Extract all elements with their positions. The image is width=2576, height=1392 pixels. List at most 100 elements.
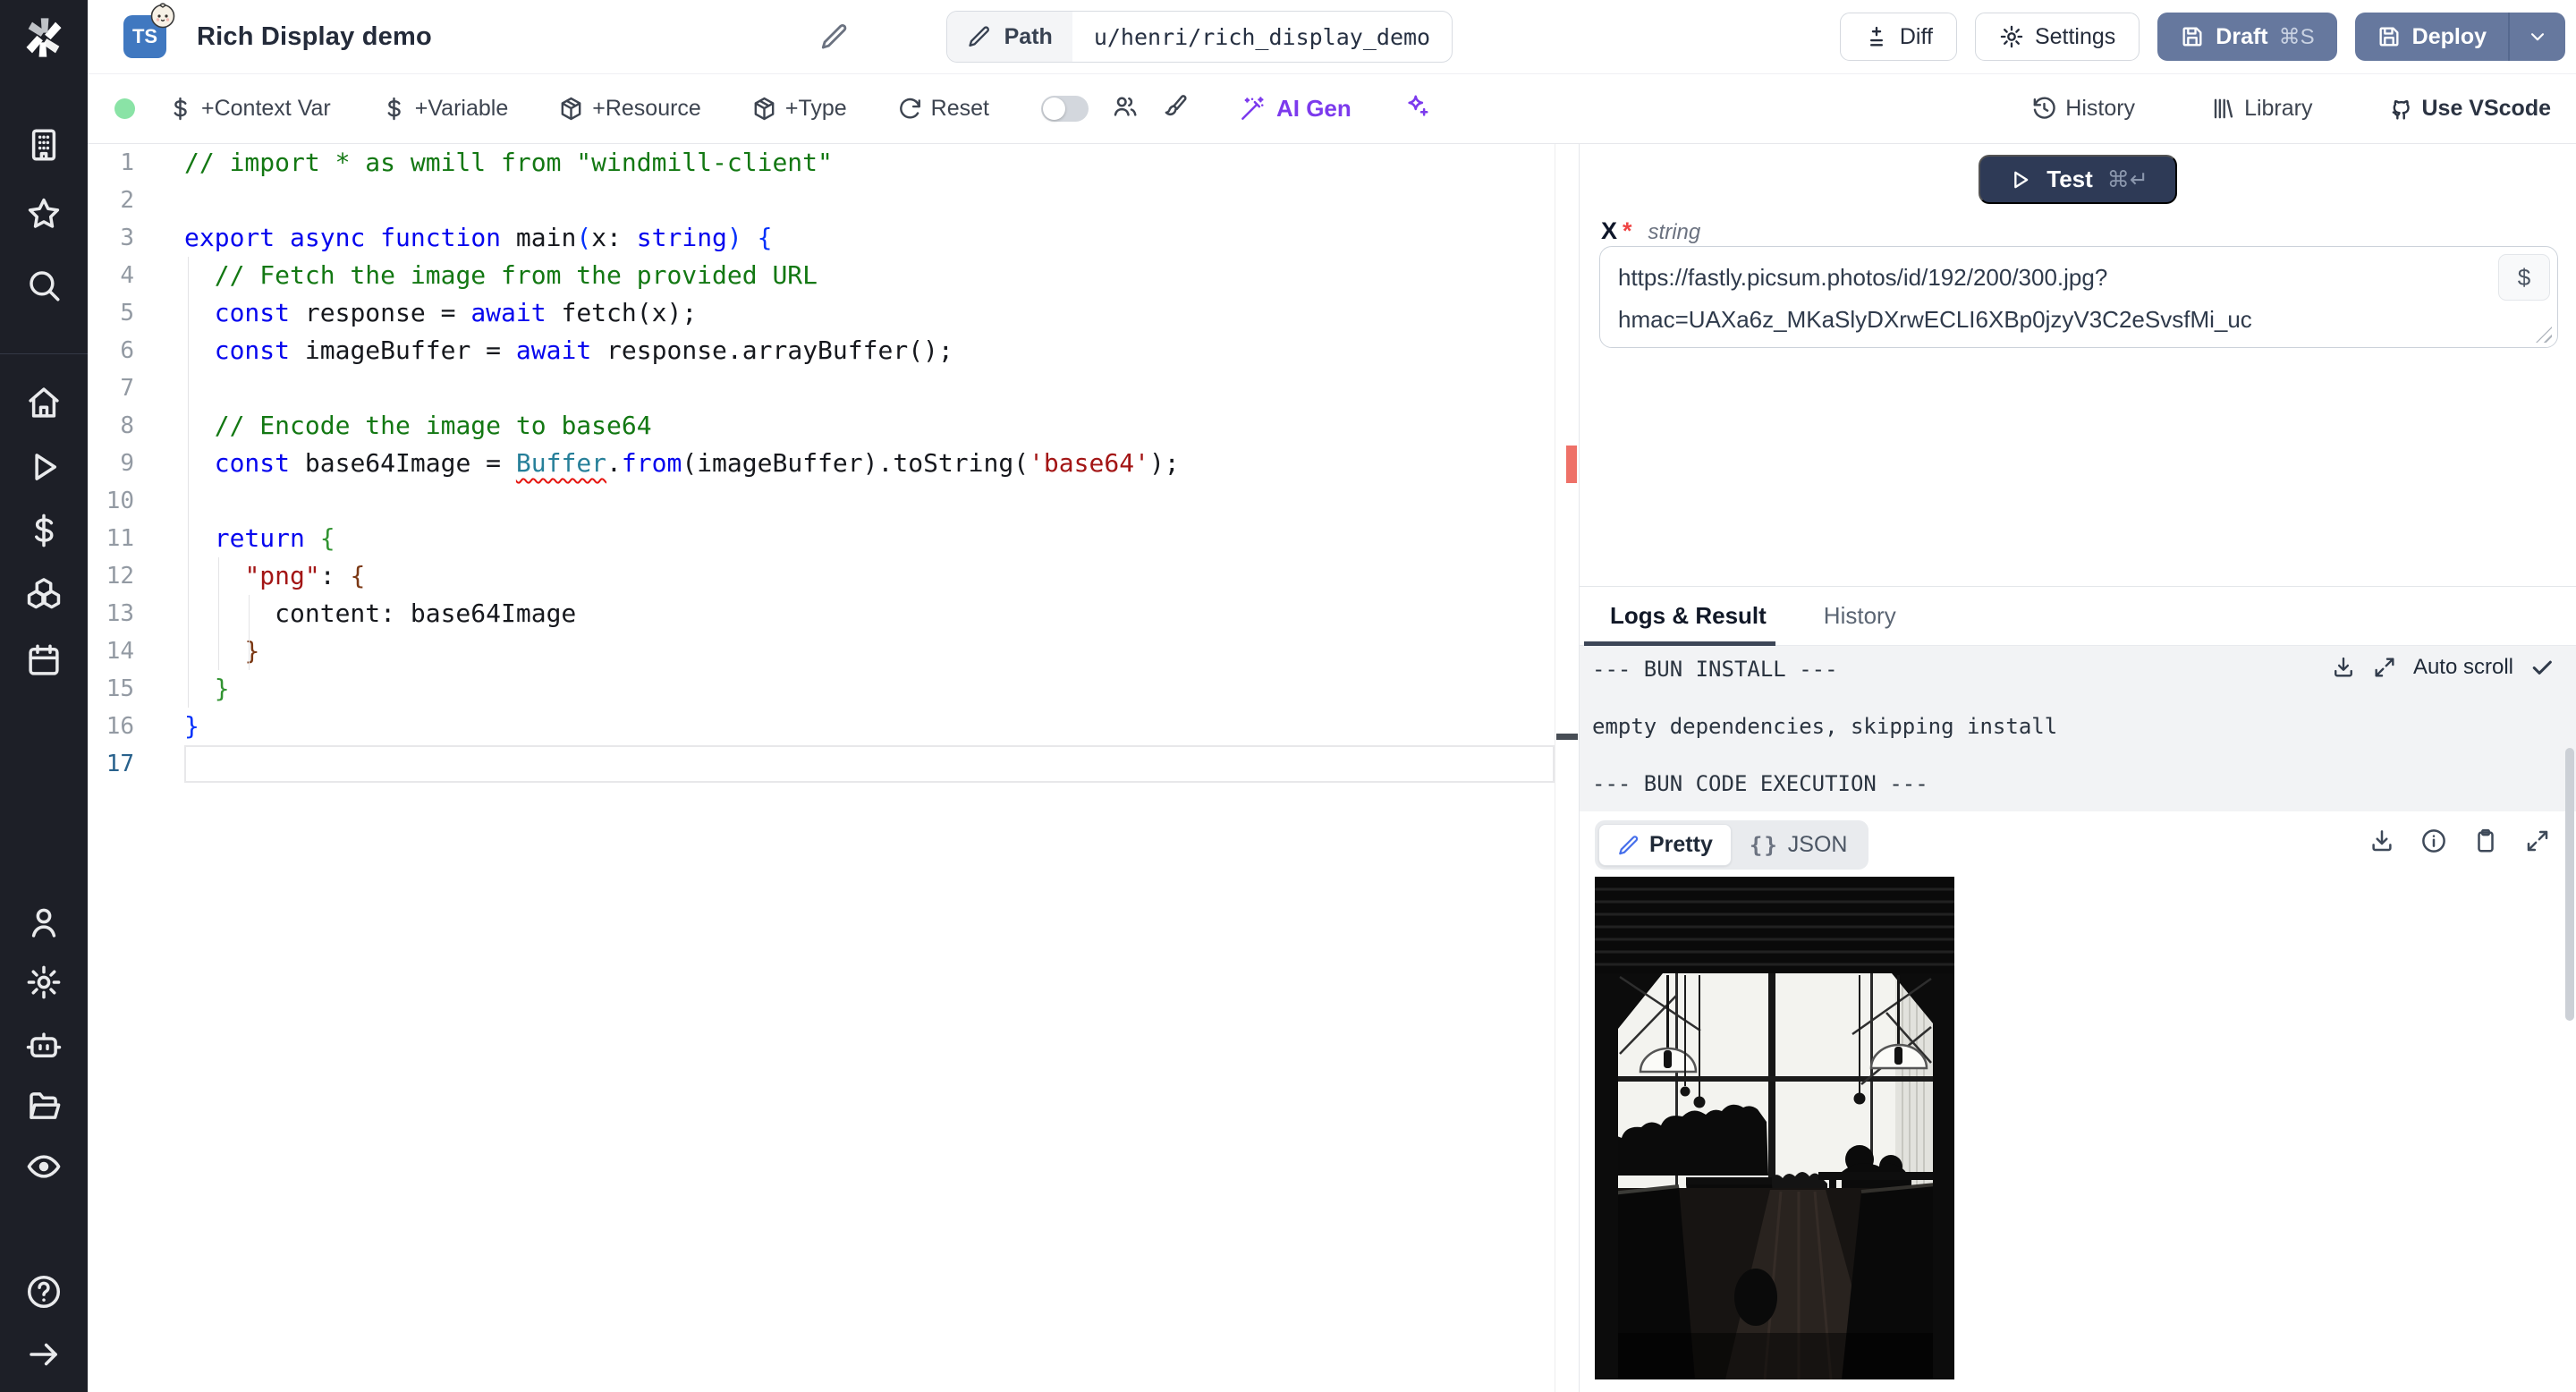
download-result-icon[interactable] xyxy=(2368,828,2395,854)
code-line[interactable]: 5 const response = await fetch(x); xyxy=(88,294,1555,332)
code-line[interactable]: 16} xyxy=(88,708,1555,745)
code-line[interactable]: 12 "png": { xyxy=(88,557,1555,595)
package-icon xyxy=(754,97,775,121)
test-button[interactable]: Test ⌘↵ xyxy=(1979,155,2177,204)
home-icon[interactable] xyxy=(25,384,63,421)
use-vscode-label: Use VScode xyxy=(2421,96,2551,121)
schedules-icon[interactable] xyxy=(25,641,63,679)
test-shortcut: ⌘↵ xyxy=(2106,166,2148,192)
variables-icon[interactable] xyxy=(25,512,63,549)
indent-guide xyxy=(249,595,250,670)
argument-input[interactable]: https://fastly.picsum.photos/id/192/200/… xyxy=(1599,246,2558,348)
code-line[interactable]: 4 // Fetch the image from the provided U… xyxy=(88,257,1555,294)
code-editor[interactable]: 1 // import * as wmill from "windmill-cli… xyxy=(88,144,1579,1392)
path-pencil-icon xyxy=(968,26,989,47)
add-variable-button[interactable]: +Variable xyxy=(381,96,508,122)
code-line[interactable]: 11 return { xyxy=(88,520,1555,557)
tab-history[interactable]: History xyxy=(1824,602,1896,630)
draft-shortcut: ⌘S xyxy=(2278,24,2315,49)
line-number: 11 xyxy=(106,525,134,552)
reset-button[interactable]: Reset xyxy=(897,96,989,122)
result-image xyxy=(1595,877,1954,1379)
error-overview-marker xyxy=(1566,446,1577,483)
chevron-down-icon xyxy=(2530,33,2545,41)
audit-icon[interactable] xyxy=(25,1148,63,1185)
format-brush-icon[interactable] xyxy=(1162,93,1189,124)
deploy-dropdown-button[interactable] xyxy=(2510,13,2565,61)
code-line[interactable]: 14 } xyxy=(88,632,1555,670)
use-vscode-button[interactable]: Use VScode xyxy=(2387,96,2551,122)
resources-icon[interactable] xyxy=(25,576,63,614)
check-icon[interactable] xyxy=(2529,655,2555,680)
add-type-button[interactable]: +Type xyxy=(751,96,847,122)
code-line[interactable]: 6 const imageBuffer = await response.arr… xyxy=(88,332,1555,369)
panel-scrollbar[interactable] xyxy=(2565,748,2574,1021)
help-icon[interactable] xyxy=(25,1273,63,1311)
code-line[interactable]: 13 content: base64Image xyxy=(88,595,1555,632)
workspace-icon[interactable] xyxy=(25,126,63,164)
indent-guide xyxy=(188,257,189,708)
code-lines[interactable]: 1 // import * as wmill from "windmill-cli… xyxy=(88,144,1555,783)
result-view-switcher: Pretty {} JSON xyxy=(1595,820,1869,870)
settings-icon[interactable] xyxy=(25,963,63,1001)
code-line[interactable]: 2 xyxy=(88,182,1555,219)
path-editor[interactable]: Path u/henri/rich_display_demo xyxy=(945,11,1453,63)
folders-icon[interactable] xyxy=(25,1087,63,1125)
json-tab[interactable]: {} JSON xyxy=(1732,825,1866,865)
collapse-icon[interactable] xyxy=(25,1336,63,1373)
resize-handle[interactable] xyxy=(2536,327,2552,343)
code-line[interactable]: 8 // Encode the image to base64 xyxy=(88,407,1555,445)
log-output[interactable]: --- BUN INSTALL --- empty dependencies, … xyxy=(1580,646,2576,811)
argument-value-line-2: hmac=UAXa6z_MKaSlyDXrwECLI6XBp0jzyV3C2eS… xyxy=(1618,306,2252,333)
code-line[interactable]: 17 xyxy=(88,745,1555,783)
add-type-label: +Type xyxy=(784,96,847,121)
code-line[interactable]: 3 export async function main(x: string) { xyxy=(88,219,1555,257)
download-logs-icon[interactable] xyxy=(2331,655,2356,680)
code-line[interactable]: 9 const base64Image = Buffer.from(imageB… xyxy=(88,445,1555,482)
add-resource-button[interactable]: +Resource xyxy=(558,96,701,122)
edit-summary-pencil-icon[interactable] xyxy=(819,21,850,52)
info-icon[interactable] xyxy=(2420,828,2447,854)
copy-clipboard-icon[interactable] xyxy=(2472,828,2499,854)
tab-logs-result[interactable]: Logs & Result xyxy=(1610,602,1767,630)
path-label-section[interactable]: Path xyxy=(946,12,1072,62)
draft-button[interactable]: Draft ⌘S xyxy=(2157,13,2337,61)
code-line-text: } xyxy=(214,674,230,703)
code-line[interactable]: 1 // import * as wmill from "windmill-cli… xyxy=(88,144,1555,182)
line-number: 3 xyxy=(120,225,134,251)
add-resource-label: +Resource xyxy=(592,96,701,121)
diff-mode-toggle[interactable] xyxy=(1040,96,1089,122)
history-button[interactable]: History xyxy=(2031,96,2135,122)
sparkles-icon[interactable] xyxy=(1403,93,1430,124)
workers-icon[interactable] xyxy=(25,1026,63,1064)
deploy-button[interactable]: Deploy xyxy=(2355,13,2508,61)
diff-button[interactable]: Diff xyxy=(1839,13,1957,61)
path-value[interactable]: u/henri/rich_display_demo xyxy=(1072,24,1452,50)
expand-logs-icon[interactable] xyxy=(2372,655,2397,680)
library-button[interactable]: Library xyxy=(2210,96,2312,122)
test-button-row: Test ⌘↵ xyxy=(1580,155,2576,204)
code-line[interactable]: 7 xyxy=(88,369,1555,407)
header: TS Rich Display demo Path u/henri/rich_d… xyxy=(88,0,2576,74)
windmill-app: TS Rich Display demo Path u/henri/rich_d… xyxy=(0,0,2576,1392)
insert-variable-button[interactable]: $ xyxy=(2498,254,2550,301)
logs-tabbar: Logs & Result History xyxy=(1580,587,2576,646)
add-variable-label: +Variable xyxy=(414,96,509,121)
pretty-tab[interactable]: Pretty xyxy=(1598,824,1732,866)
gear-icon xyxy=(2000,25,2023,48)
favorites-icon[interactable] xyxy=(25,195,63,233)
code-line-text: } xyxy=(244,636,260,666)
add-context-var-button[interactable]: +Context Var xyxy=(167,96,331,122)
ai-gen-button[interactable]: AI Gen xyxy=(1239,95,1352,123)
runs-icon[interactable] xyxy=(25,448,63,486)
code-line[interactable]: 15 } xyxy=(88,670,1555,708)
settings-button[interactable]: Settings xyxy=(1974,13,2140,61)
expand-result-icon[interactable] xyxy=(2524,828,2551,854)
code-line-text: "png": { xyxy=(244,561,366,590)
toggle-knob xyxy=(1042,98,1065,120)
code-line[interactable]: 10 xyxy=(88,482,1555,520)
search-icon[interactable] xyxy=(25,267,63,304)
multiplayer-icon[interactable] xyxy=(1112,93,1139,124)
user-icon[interactable] xyxy=(25,904,63,941)
windmill-logo-icon[interactable] xyxy=(21,14,67,61)
